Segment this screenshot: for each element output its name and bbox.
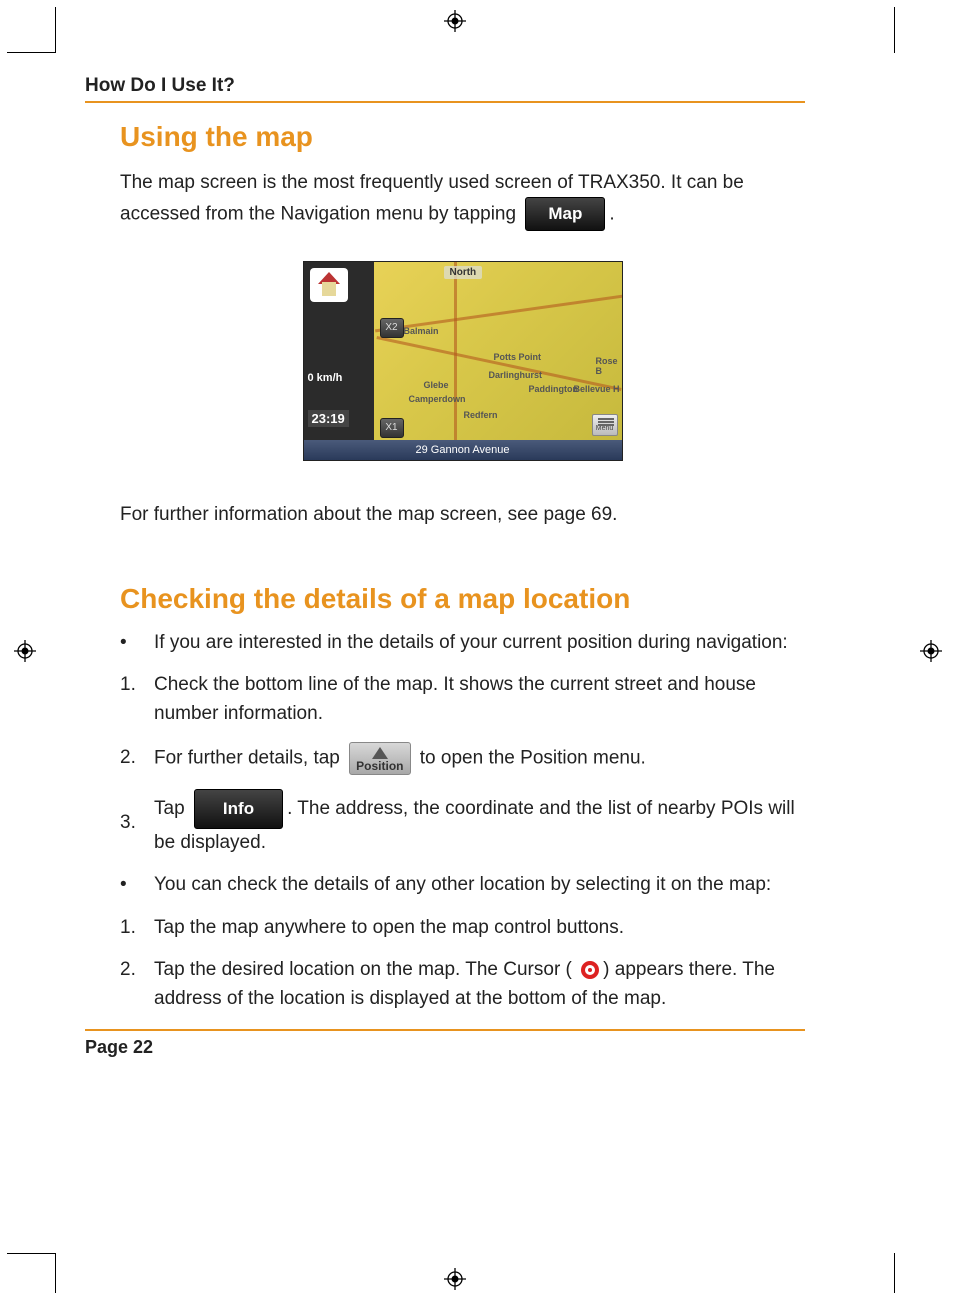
intro-text-1: The map screen is the most frequently us… — [120, 172, 744, 224]
list-text: You can check the details of any other l… — [154, 871, 805, 900]
list-text: For further details, tap Position to ope… — [154, 742, 805, 775]
list-item: • If you are interested in the details o… — [120, 629, 805, 658]
map-label: Balmain — [404, 326, 439, 336]
list-text: Check the bottom line of the map. It sho… — [154, 671, 805, 728]
further-info-text: For further information about the map sc… — [120, 501, 805, 529]
info-button[interactable]: Info — [194, 789, 283, 829]
position-button[interactable]: Position — [349, 742, 410, 775]
list-item: 1. Tap the map anywhere to open the map … — [120, 914, 805, 943]
crop-mark — [894, 7, 895, 53]
list-text: Tap Info. The address, the coordinate an… — [154, 789, 805, 857]
list-item: 3. Tap Info. The address, the coordinate… — [120, 789, 805, 857]
bullet-marker: • — [120, 871, 154, 900]
page-number: Page 22 — [85, 1037, 805, 1058]
registration-mark-left — [14, 640, 36, 662]
list-text: Tap the desired location on the map. The… — [154, 956, 805, 1013]
map-label: Bellevue H — [574, 384, 620, 394]
intro-paragraph: The map screen is the most frequently us… — [120, 169, 805, 231]
list-item: 1. Check the bottom line of the map. It … — [120, 671, 805, 728]
zoom-out-button[interactable]: X1 — [380, 418, 404, 438]
menu-button[interactable]: Menu — [592, 414, 618, 436]
crop-mark — [55, 7, 56, 53]
registration-mark-top — [444, 10, 466, 32]
speed-indicator: 0 km/h — [308, 372, 343, 384]
map-button[interactable]: Map — [525, 197, 605, 232]
map-address-bar: 29 Gannon Avenue — [304, 440, 622, 460]
footer-rule: Page 22 — [85, 1029, 805, 1058]
clock: 23:19 — [308, 410, 349, 427]
map-label: Potts Point — [494, 352, 542, 362]
list-item: • You can check the details of any other… — [120, 871, 805, 900]
number-marker: 2. — [120, 956, 154, 985]
zoom-in-button[interactable]: X2 — [380, 318, 404, 338]
number-marker: 3. — [120, 809, 154, 838]
cursor-icon — [579, 959, 601, 981]
list-item: 2. Tap the desired location on the map. … — [120, 956, 805, 1013]
section-header: How Do I Use It? — [85, 75, 805, 103]
number-marker: 2. — [120, 744, 154, 773]
heading-using-map: Using the map — [120, 121, 805, 153]
crop-mark — [7, 52, 56, 53]
map-label: Glebe — [424, 380, 449, 390]
crop-mark — [55, 1253, 56, 1293]
registration-mark-right — [920, 640, 942, 662]
intro-text-2: . — [609, 203, 614, 224]
number-marker: 1. — [120, 671, 154, 700]
map-label: Darlinghurst — [489, 370, 543, 380]
number-marker: 1. — [120, 914, 154, 943]
list-text: If you are interested in the details of … — [154, 629, 805, 658]
home-icon — [310, 268, 348, 302]
map-label: Redfern — [464, 410, 498, 420]
registration-mark-bottom — [444, 1268, 466, 1290]
map-screenshot: North 0 km/h 23:19 X2 X1 Balmain Potts P… — [303, 261, 623, 461]
crop-mark — [7, 1253, 56, 1254]
crop-mark — [894, 1253, 895, 1293]
compass-label: North — [444, 266, 483, 279]
heading-checking-details: Checking the details of a map location — [120, 583, 805, 615]
bullet-marker: • — [120, 629, 154, 658]
list-item: 2. For further details, tap Position to … — [120, 742, 805, 775]
map-label: Paddington — [529, 384, 579, 394]
map-label: Camperdown — [409, 394, 466, 404]
list-text: Tap the map anywhere to open the map con… — [154, 914, 805, 943]
map-label: Rose B — [596, 356, 622, 376]
